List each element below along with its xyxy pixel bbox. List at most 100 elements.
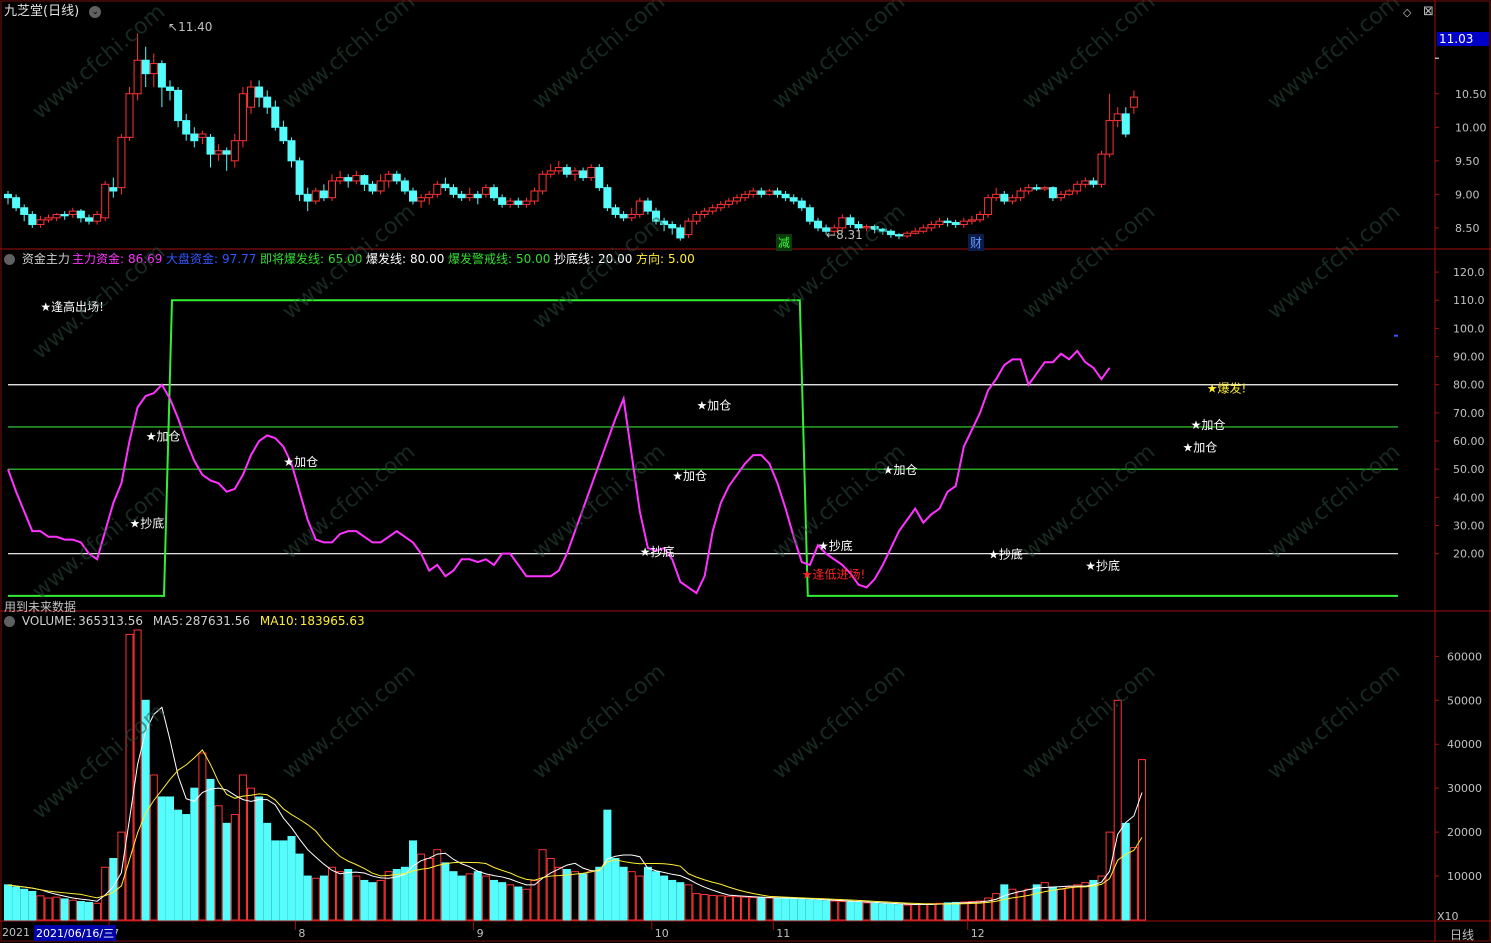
volume-bar[interactable]	[433, 849, 442, 921]
candle[interactable]	[36, 219, 45, 226]
candle[interactable]	[109, 187, 118, 192]
volume-bar[interactable]	[805, 899, 814, 921]
volume-bar[interactable]	[360, 879, 369, 921]
volume-bar[interactable]	[1065, 886, 1074, 921]
candle[interactable]	[749, 190, 758, 195]
candle[interactable]	[255, 86, 264, 98]
volume-bar[interactable]	[263, 822, 272, 921]
event-tag-jian[interactable]: 减	[776, 234, 793, 251]
volume-bar[interactable]	[700, 894, 709, 921]
close-icon[interactable]: ⊠	[1423, 4, 1434, 19]
volume-bar[interactable]	[741, 896, 750, 921]
candle[interactable]	[490, 187, 498, 199]
volume-bar[interactable]	[635, 875, 644, 921]
volume-bar[interactable]	[4, 884, 12, 921]
volume-bar[interactable]	[457, 875, 466, 921]
volume-bar[interactable]	[101, 866, 110, 921]
volume-bar[interactable]	[255, 796, 264, 921]
volume-bar[interactable]	[384, 871, 393, 921]
candle[interactable]	[554, 167, 563, 172]
volume-bar[interactable]	[376, 879, 385, 921]
volume-bar[interactable]	[214, 805, 223, 921]
candle[interactable]	[12, 197, 21, 209]
volume-bar[interactable]	[757, 897, 766, 921]
candle[interactable]	[1073, 183, 1082, 192]
candle[interactable]	[1048, 187, 1057, 199]
candle[interactable]	[457, 193, 466, 199]
candle[interactable]	[166, 86, 174, 91]
candle[interactable]	[271, 106, 280, 128]
volume-bar[interactable]	[352, 875, 361, 921]
volume-bar[interactable]	[676, 882, 685, 921]
volume-bar[interactable]	[68, 899, 77, 921]
candle[interactable]	[473, 193, 482, 199]
volume-bar[interactable]	[652, 871, 660, 921]
candle[interactable]	[943, 220, 952, 224]
candle[interactable]	[643, 200, 652, 212]
candle[interactable]	[465, 193, 474, 199]
candle[interactable]	[522, 200, 531, 205]
candle[interactable]	[1089, 180, 1098, 185]
candle[interactable]	[895, 234, 903, 237]
volume-bar[interactable]	[562, 868, 571, 921]
candle[interactable]	[174, 89, 183, 122]
candle[interactable]	[311, 190, 320, 202]
candle[interactable]	[44, 217, 53, 221]
candle[interactable]	[344, 177, 353, 182]
volume-bar[interactable]	[619, 866, 628, 921]
candle[interactable]	[838, 217, 847, 229]
volume-bar[interactable]	[684, 884, 693, 921]
volume-bar[interactable]	[166, 796, 174, 921]
volume-bar[interactable]	[579, 873, 588, 921]
volume-bar[interactable]	[708, 894, 717, 921]
candle[interactable]	[927, 224, 936, 229]
volume-bar[interactable]	[506, 884, 515, 921]
volume-bar[interactable]	[336, 871, 345, 921]
volume-bar[interactable]	[692, 893, 701, 921]
candle[interactable]	[1129, 96, 1138, 108]
volume-bar[interactable]	[530, 879, 539, 921]
candle[interactable]	[733, 197, 741, 202]
candle[interactable]	[668, 224, 677, 229]
candle[interactable]	[1057, 193, 1065, 199]
candle[interactable]	[1024, 187, 1033, 192]
volume-bar[interactable]	[935, 902, 944, 921]
volume-bar[interactable]	[1129, 847, 1138, 921]
candle[interactable]	[692, 213, 701, 222]
volume-bar[interactable]	[781, 897, 790, 921]
volume-bar[interactable]	[1121, 822, 1130, 921]
volume-bar[interactable]	[490, 879, 498, 921]
volume-bar[interactable]	[44, 897, 53, 921]
volume-bar[interactable]	[967, 901, 976, 921]
volume-bar[interactable]	[814, 899, 822, 921]
candle[interactable]	[546, 170, 555, 175]
candle[interactable]	[797, 200, 806, 209]
candle[interactable]	[789, 197, 798, 202]
candle[interactable]	[1000, 193, 1009, 202]
candle[interactable]	[20, 207, 29, 215]
candle[interactable]	[157, 63, 166, 88]
candle[interactable]	[1040, 187, 1049, 190]
volume-bar[interactable]	[595, 866, 604, 921]
volume-bar[interactable]	[1113, 699, 1122, 921]
volume-bar[interactable]	[611, 857, 620, 921]
chevron-down-icon[interactable]: ⌄	[89, 5, 102, 18]
volume-bar[interactable]	[627, 871, 636, 921]
candle[interactable]	[579, 170, 588, 179]
volume-bar[interactable]	[643, 866, 652, 921]
volume-bar[interactable]	[85, 901, 93, 921]
volume-bar[interactable]	[538, 849, 547, 921]
candle[interactable]	[911, 230, 920, 234]
volume-bar[interactable]	[441, 862, 450, 921]
volume-bar[interactable]	[522, 888, 531, 921]
volume-bar[interactable]	[1048, 886, 1057, 921]
main-force-line[interactable]	[7, 349, 1111, 595]
volume-bar[interactable]	[311, 877, 320, 921]
candle[interactable]	[125, 93, 134, 138]
candle[interactable]	[595, 167, 604, 189]
candle[interactable]	[441, 183, 450, 189]
candle[interactable]	[400, 180, 409, 192]
volume-bar[interactable]	[206, 778, 215, 921]
volume-bar[interactable]	[279, 840, 288, 921]
candle[interactable]	[328, 180, 336, 199]
